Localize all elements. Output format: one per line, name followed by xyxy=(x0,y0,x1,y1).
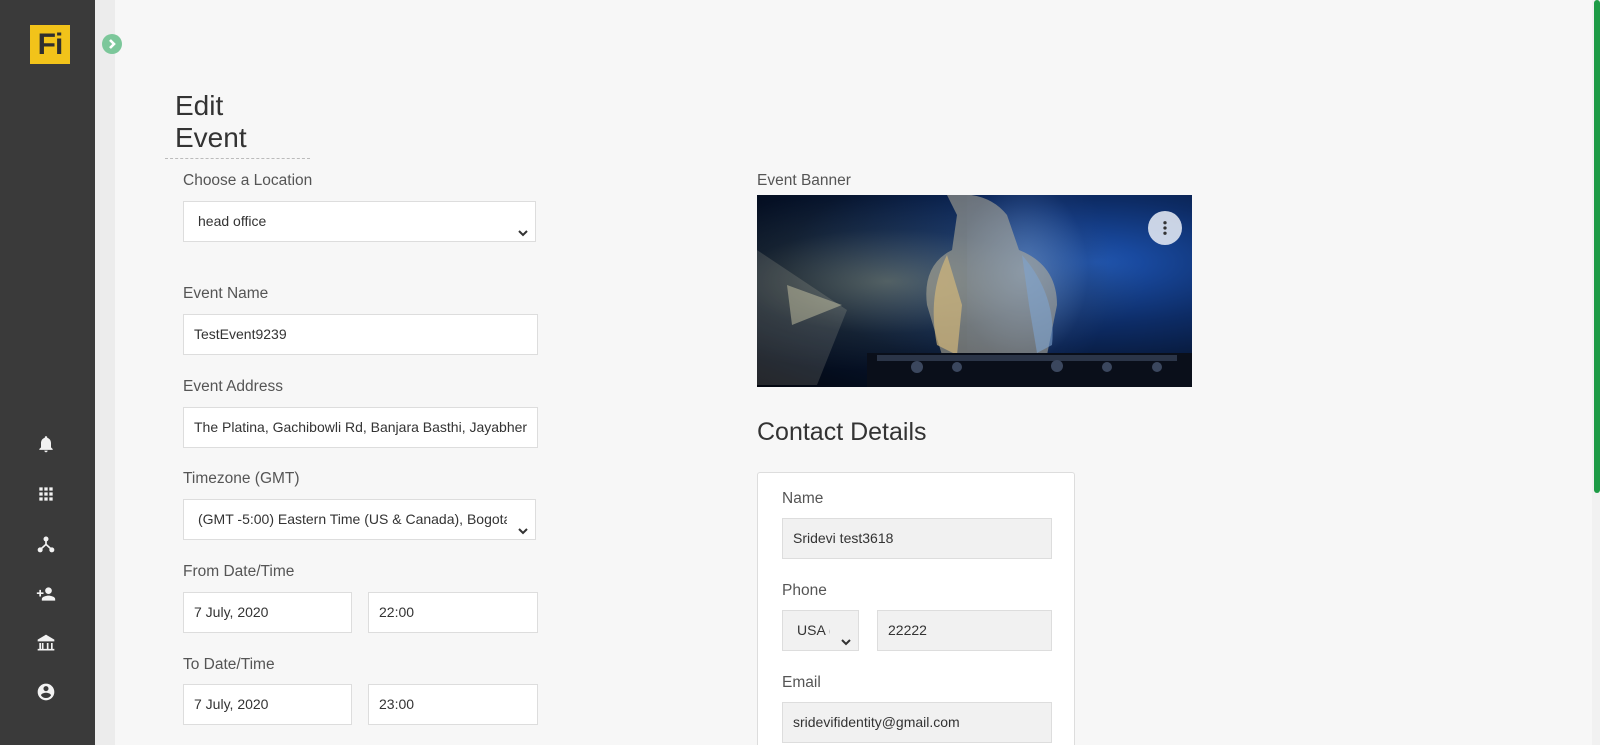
bank-icon[interactable] xyxy=(36,633,56,653)
event-banner-label: Event Banner xyxy=(757,172,851,189)
contact-name-input[interactable]: Sridevi test3618 xyxy=(782,518,1052,559)
page-scrollbar[interactable] xyxy=(1592,0,1600,745)
account-circle-icon[interactable] xyxy=(36,682,56,702)
app-logo[interactable]: Fi xyxy=(30,25,70,64)
to-date-input[interactable]: 7 July, 2020 xyxy=(183,684,352,725)
more-vertical-icon xyxy=(1163,221,1167,235)
sidebar-gutter xyxy=(95,0,115,745)
location-select[interactable]: head office xyxy=(183,201,536,242)
chevron-down-icon xyxy=(517,215,529,237)
contact-details-title: Contact Details xyxy=(757,418,927,446)
apps-grid-icon[interactable] xyxy=(36,484,56,504)
from-datetime-label: From Date/Time xyxy=(183,563,295,580)
sidebar: Fi xyxy=(0,0,95,745)
to-time-input[interactable]: 23:00 xyxy=(368,684,538,725)
contact-email-input[interactable]: sridevifidentity@gmail.com xyxy=(782,702,1052,743)
from-time-input[interactable]: 22:00 xyxy=(368,592,538,633)
event-banner-image xyxy=(757,195,1192,387)
scrollbar-thumb[interactable] xyxy=(1594,0,1600,493)
chevron-right-icon xyxy=(109,39,116,49)
contact-phone-label: Phone xyxy=(782,582,827,599)
phone-country-select[interactable]: USA ( xyxy=(782,610,859,651)
chevron-down-icon xyxy=(840,624,852,646)
location-label: Choose a Location xyxy=(183,172,313,189)
timezone-select[interactable]: (GMT -5:00) Eastern Time (US & Canada), … xyxy=(183,499,536,540)
sidebar-expand-toggle[interactable] xyxy=(102,34,122,54)
contact-email-label: Email xyxy=(782,674,821,691)
from-date-input[interactable]: 7 July, 2020 xyxy=(183,592,352,633)
contact-name-label: Name xyxy=(782,490,824,507)
event-name-label: Event Name xyxy=(183,285,269,302)
phone-number-input[interactable]: 22222 xyxy=(877,610,1052,651)
bell-icon[interactable] xyxy=(36,434,56,454)
timezone-label: Timezone (GMT) xyxy=(183,470,300,487)
hierarchy-icon[interactable] xyxy=(36,534,56,554)
page-title: Edit Event xyxy=(165,90,310,159)
to-datetime-label: To Date/Time xyxy=(183,656,275,673)
event-name-input[interactable]: TestEvent9239 xyxy=(183,314,538,355)
banner-options-button[interactable] xyxy=(1148,211,1182,245)
add-user-icon[interactable] xyxy=(36,584,56,604)
chevron-down-icon xyxy=(517,513,529,535)
event-address-label: Event Address xyxy=(183,378,283,395)
event-address-input[interactable]: The Platina, Gachibowli Rd, Banjara Bast… xyxy=(183,407,538,448)
